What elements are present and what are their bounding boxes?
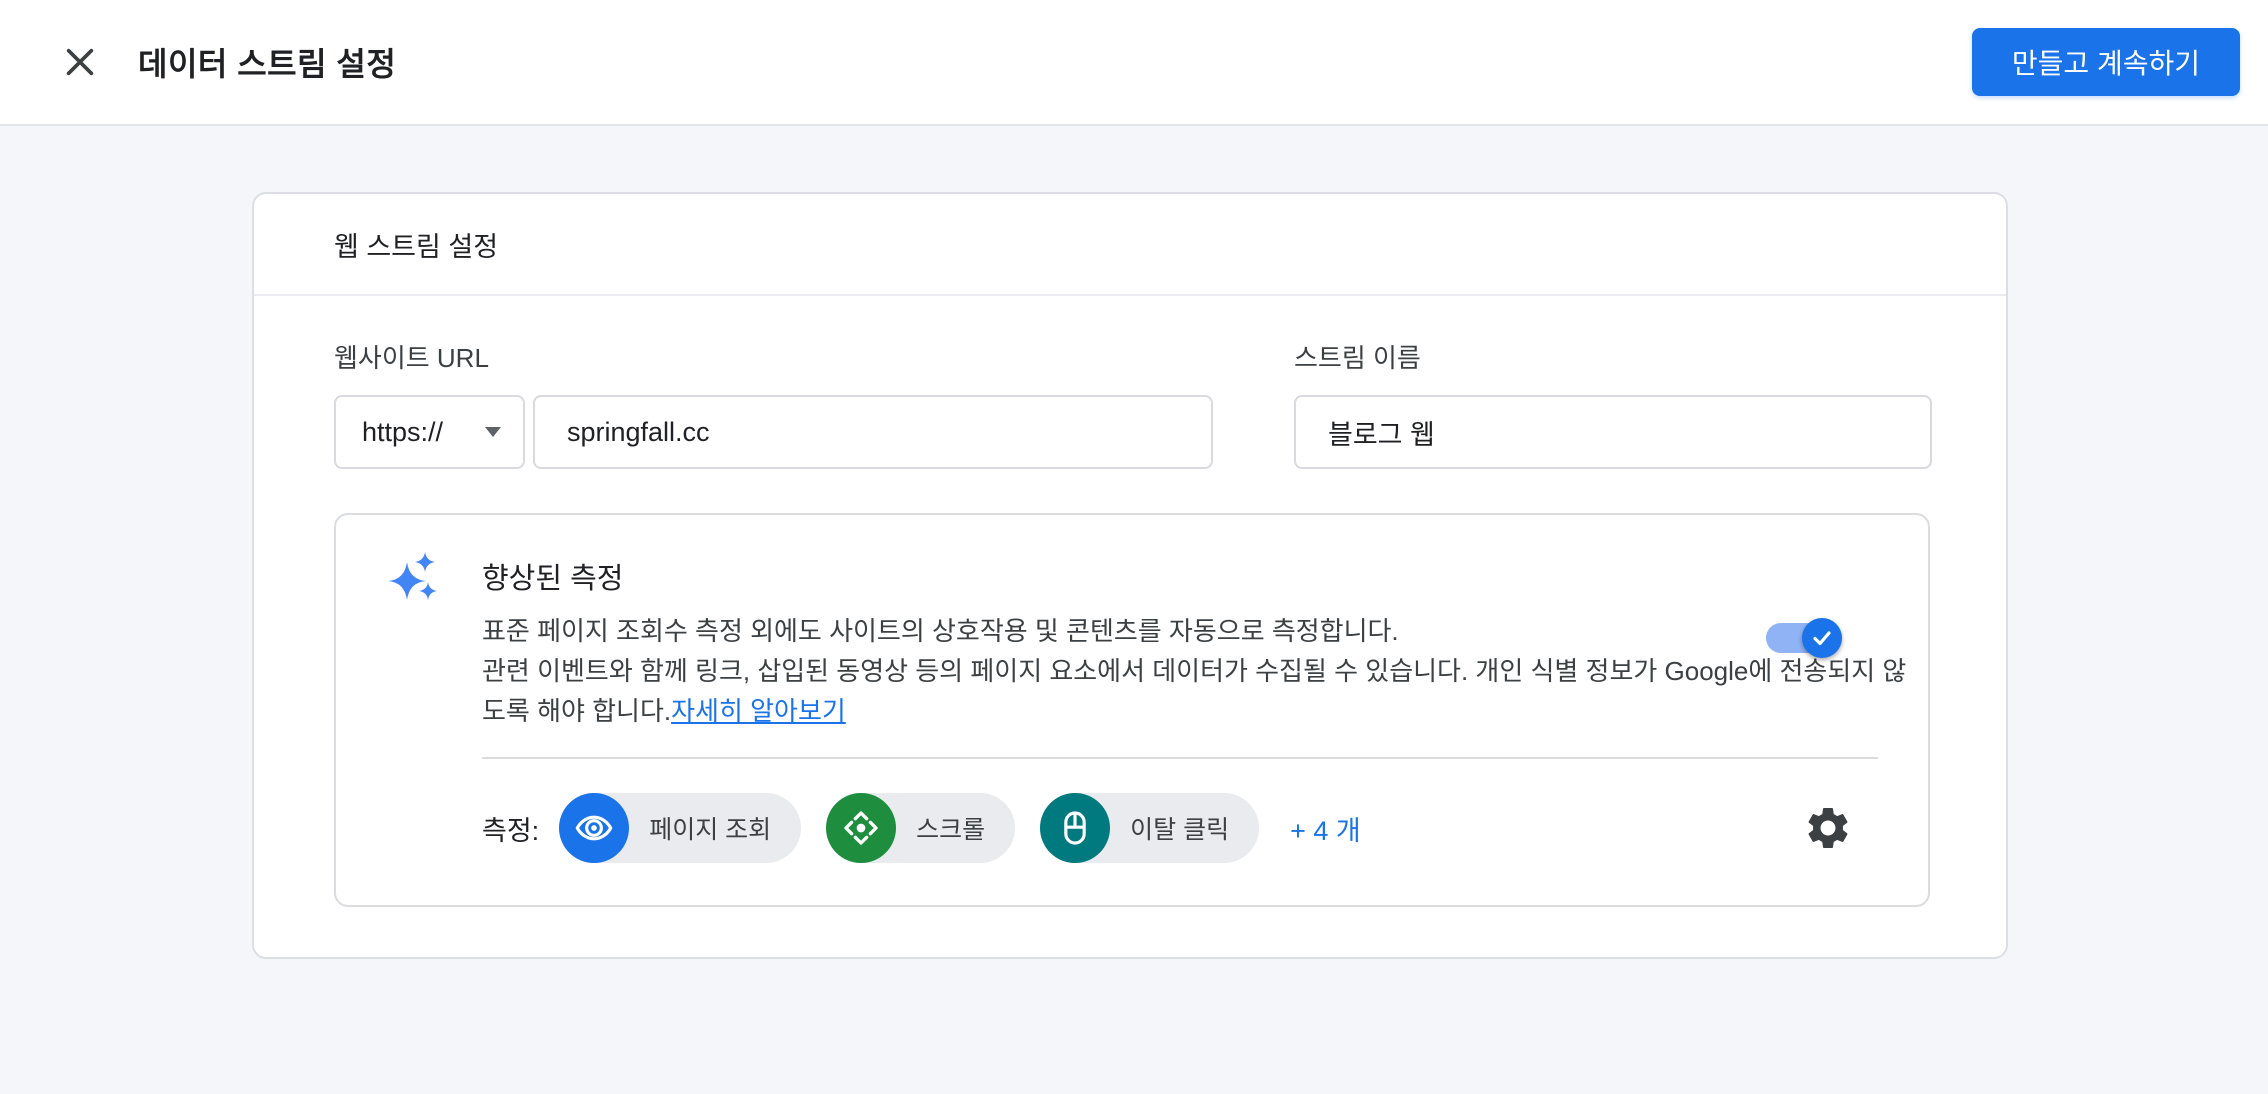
- panel-divider: [482, 757, 1878, 759]
- enhanced-measurement-title: 향상된 측정: [482, 555, 623, 597]
- close-icon: [63, 45, 97, 79]
- measurement-settings-button[interactable]: [1800, 800, 1856, 856]
- mouse-icon: [1040, 793, 1110, 863]
- stream-name-label: 스트림 이름: [1294, 338, 1932, 375]
- dialog-header: 데이터 스트림 설정 만들고 계속하기: [0, 0, 2268, 126]
- website-url-label: 웹사이트 URL: [334, 338, 1213, 375]
- checkmark-icon: [1810, 626, 1834, 650]
- enhanced-measurement-panel: 향상된 측정 표준 페이지 조회수 측정 외에도 사이트의 상호작용 및 콘텐츠…: [334, 513, 1930, 907]
- protocol-value: https://: [362, 417, 443, 448]
- description-line-3: 도록 해야 합니다.자세히 알아보기: [482, 691, 1928, 731]
- eye-icon: [559, 793, 629, 863]
- gear-icon: [1803, 803, 1853, 853]
- enhanced-measurement-toggle[interactable]: [1766, 623, 1840, 653]
- sparkle-icon: [386, 549, 440, 603]
- website-url-input[interactable]: [533, 395, 1213, 469]
- card-section-title: 웹 스트림 설정: [254, 194, 2006, 296]
- chip-scrolls[interactable]: 스크롤: [826, 793, 1015, 863]
- chevron-down-icon: [485, 427, 501, 437]
- page-title: 데이터 스트림 설정: [138, 39, 396, 85]
- description-line-1: 표준 페이지 조회수 측정 외에도 사이트의 상호작용 및 콘텐츠를 자동으로 …: [482, 611, 1928, 651]
- protocol-select[interactable]: https://: [334, 395, 525, 469]
- chip-label: 페이지 조회: [649, 810, 771, 846]
- description-line-2: 관련 이벤트와 함께 링크, 삽입된 동영상 등의 페이지 요소에서 데이터가 …: [482, 651, 1928, 691]
- chip-label: 이탈 클릭: [1130, 810, 1229, 846]
- toggle-thumb: [1802, 618, 1842, 658]
- stream-name-group: 스트림 이름: [1294, 338, 1932, 469]
- stream-name-input[interactable]: [1294, 395, 1932, 469]
- website-url-group: 웹사이트 URL https://: [334, 338, 1213, 469]
- scroll-icon: [826, 793, 896, 863]
- chip-label: 스크롤: [916, 810, 985, 846]
- more-events-link[interactable]: + 4 개: [1290, 809, 1361, 848]
- enhanced-measurement-description: 표준 페이지 조회수 측정 외에도 사이트의 상호작용 및 콘텐츠를 자동으로 …: [482, 611, 1928, 731]
- web-stream-settings-card: 웹 스트림 설정 웹사이트 URL https:// 스트림 이름: [252, 192, 2008, 959]
- chip-page-views[interactable]: 페이지 조회: [559, 793, 801, 863]
- create-and-continue-button[interactable]: 만들고 계속하기: [1972, 28, 2240, 96]
- measuring-label: 측정:: [482, 809, 539, 848]
- close-button[interactable]: [52, 34, 108, 90]
- learn-more-link[interactable]: 자세히 알아보기: [671, 696, 846, 726]
- chip-outbound-clicks[interactable]: 이탈 클릭: [1040, 793, 1259, 863]
